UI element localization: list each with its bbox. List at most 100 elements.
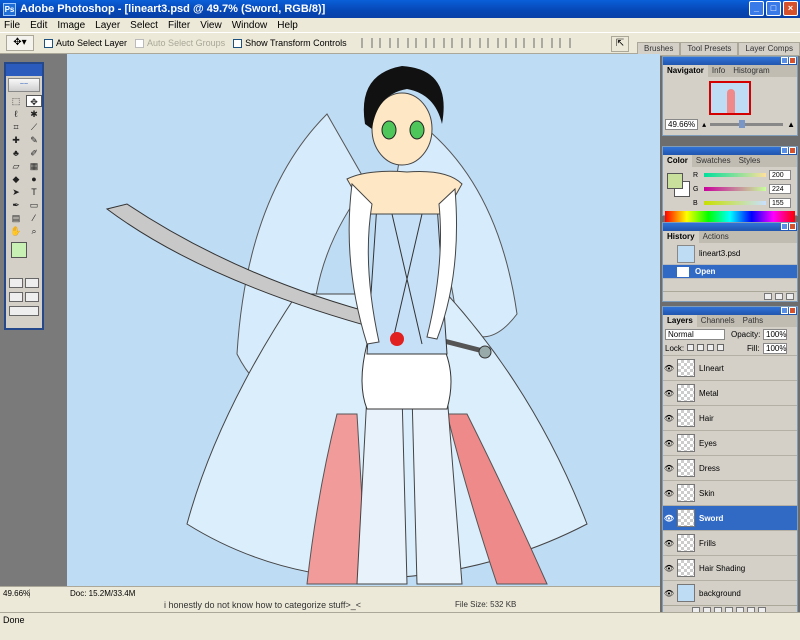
move-tool-preset-picker[interactable]: ✥▾ [6, 35, 34, 51]
layer-row[interactable]: 👁 Hair [663, 405, 797, 430]
history-panel-titlebar[interactable] [663, 223, 797, 231]
notes-tool-icon[interactable]: ▤ [8, 212, 24, 224]
menu-select[interactable]: Select [130, 20, 158, 31]
opacity-field[interactable]: 100% [763, 329, 787, 340]
quick-mask-mode-icon[interactable] [25, 278, 39, 288]
visibility-eye-icon[interactable]: 👁 [663, 589, 675, 598]
tab-swatches[interactable]: Swatches [692, 155, 735, 167]
align-top-icon[interactable] [360, 38, 373, 48]
layer-row[interactable]: 👁 Dress [663, 455, 797, 480]
show-transform-option[interactable]: Show Transform Controls [233, 38, 347, 48]
well-tab-layer-comps[interactable]: Layer Comps [738, 42, 800, 56]
tab-paths[interactable]: Paths [739, 315, 767, 327]
crop-tool-icon[interactable]: ⌗ [8, 121, 24, 133]
foreground-color-swatch[interactable] [11, 242, 27, 258]
tab-history[interactable]: History [663, 231, 699, 243]
tab-color[interactable]: Color [663, 155, 692, 167]
align-right-icon[interactable] [450, 38, 463, 48]
visibility-eye-icon[interactable]: 👁 [663, 414, 675, 423]
standard-mode-icon[interactable] [9, 278, 23, 288]
history-state-row[interactable]: Open [663, 265, 797, 279]
menu-image[interactable]: Image [57, 20, 85, 31]
layers-panel-titlebar[interactable] [663, 307, 797, 315]
blend-mode-select[interactable]: Normal [665, 329, 725, 340]
layer-row[interactable]: 👁 background [663, 580, 797, 605]
eraser-tool-icon[interactable]: ▱ [8, 160, 24, 172]
visibility-eye-icon[interactable]: 👁 [663, 389, 675, 398]
panel-close-icon[interactable] [789, 147, 796, 154]
align-bottom-icon[interactable] [396, 38, 409, 48]
maximize-button[interactable]: □ [766, 1, 781, 16]
blue-slider[interactable] [704, 201, 766, 205]
auto-select-layer-checkbox[interactable] [44, 38, 53, 48]
tab-histogram[interactable]: Histogram [729, 65, 773, 77]
move-tool-icon[interactable]: ✥ [26, 95, 42, 107]
panel-minimize-icon[interactable] [781, 57, 788, 64]
clone-stamp-tool-icon[interactable]: ♣ [8, 147, 24, 159]
blue-value-field[interactable]: 155 [769, 198, 791, 208]
menu-edit[interactable]: Edit [30, 20, 47, 31]
align-left-icon[interactable] [414, 38, 427, 48]
tab-info[interactable]: Info [708, 65, 729, 77]
lasso-tool-icon[interactable]: ℓ [8, 108, 24, 120]
visibility-eye-icon[interactable]: 👁 [663, 439, 675, 448]
red-value-field[interactable]: 200 [769, 170, 791, 180]
visibility-eye-icon[interactable]: 👁 [663, 364, 675, 373]
well-tab-tool-presets[interactable]: Tool Presets [680, 42, 739, 56]
panel-close-icon[interactable] [789, 57, 796, 64]
distribute-bottom-icon[interactable] [504, 38, 517, 48]
layer-row[interactable]: 👁 Metal [663, 380, 797, 405]
green-slider[interactable] [704, 187, 766, 191]
zoom-out-icon[interactable]: ▴ [702, 120, 706, 129]
color-panel-titlebar[interactable] [663, 147, 797, 155]
color-foreground-swatch[interactable] [667, 173, 683, 189]
distribute-left-icon[interactable] [522, 38, 535, 48]
layer-row[interactable]: 👁 Hair Shading [663, 555, 797, 580]
menu-help[interactable]: Help [277, 20, 298, 31]
visibility-eye-icon[interactable]: 👁 [663, 539, 675, 548]
tab-styles[interactable]: Styles [735, 155, 765, 167]
visibility-eye-icon[interactable]: 👁 [663, 564, 675, 573]
standard-screen-icon[interactable] [9, 292, 23, 302]
history-snapshot-row[interactable]: lineart3.psd [663, 243, 797, 265]
panel-minimize-icon[interactable] [781, 307, 788, 314]
distribute-middle-icon[interactable] [486, 38, 499, 48]
marquee-tool-icon[interactable]: ⬚ [8, 95, 24, 107]
menu-filter[interactable]: Filter [168, 20, 190, 31]
lock-pixels-icon[interactable] [697, 344, 704, 351]
lock-transparency-icon[interactable] [687, 344, 694, 351]
layer-row[interactable]: 👁 Skin [663, 480, 797, 505]
lock-all-icon[interactable] [717, 344, 724, 351]
fill-field[interactable]: 100% [763, 343, 787, 354]
distribute-right-icon[interactable] [558, 38, 571, 48]
gradient-tool-icon[interactable]: ▦ [26, 160, 42, 172]
distribute-center-icon[interactable] [540, 38, 553, 48]
zoom-in-icon[interactable]: ▲ [787, 120, 795, 129]
adobe-online-icon[interactable]: ~~ [8, 78, 40, 92]
shape-tool-icon[interactable]: ▭ [26, 199, 42, 211]
visibility-eye-icon[interactable]: 👁 [663, 464, 675, 473]
pen-tool-icon[interactable]: ✒ [8, 199, 24, 211]
menu-view[interactable]: View [200, 20, 222, 31]
zoom-level-field[interactable]: 49.66% [0, 589, 30, 598]
navigator-panel-titlebar[interactable] [663, 57, 797, 65]
navigator-thumbnail[interactable] [709, 81, 751, 115]
layer-row[interactable]: 👁 Frills [663, 530, 797, 555]
menu-file[interactable]: File [4, 20, 20, 31]
tab-actions[interactable]: Actions [699, 231, 733, 243]
show-transform-checkbox[interactable] [233, 38, 243, 48]
brush-tool-icon[interactable]: ✎ [26, 134, 42, 146]
panel-minimize-icon[interactable] [781, 147, 788, 154]
history-brush-tool-icon[interactable]: ✐ [26, 147, 42, 159]
document-size-info[interactable]: Doc: 15.2M/33.4M [70, 589, 135, 598]
panel-close-icon[interactable] [789, 307, 796, 314]
navigator-zoom-field[interactable]: 49.66% [665, 119, 699, 130]
align-center-icon[interactable] [432, 38, 445, 48]
tab-channels[interactable]: Channels [697, 315, 739, 327]
panel-close-icon[interactable] [789, 223, 796, 230]
magic-wand-tool-icon[interactable]: ✱ [26, 108, 42, 120]
eyedropper-tool-icon[interactable]: ⁄ [26, 212, 42, 224]
minimize-button[interactable]: _ [749, 1, 764, 16]
menu-layer[interactable]: Layer [95, 20, 120, 31]
path-selection-tool-icon[interactable]: ➤ [8, 186, 24, 198]
